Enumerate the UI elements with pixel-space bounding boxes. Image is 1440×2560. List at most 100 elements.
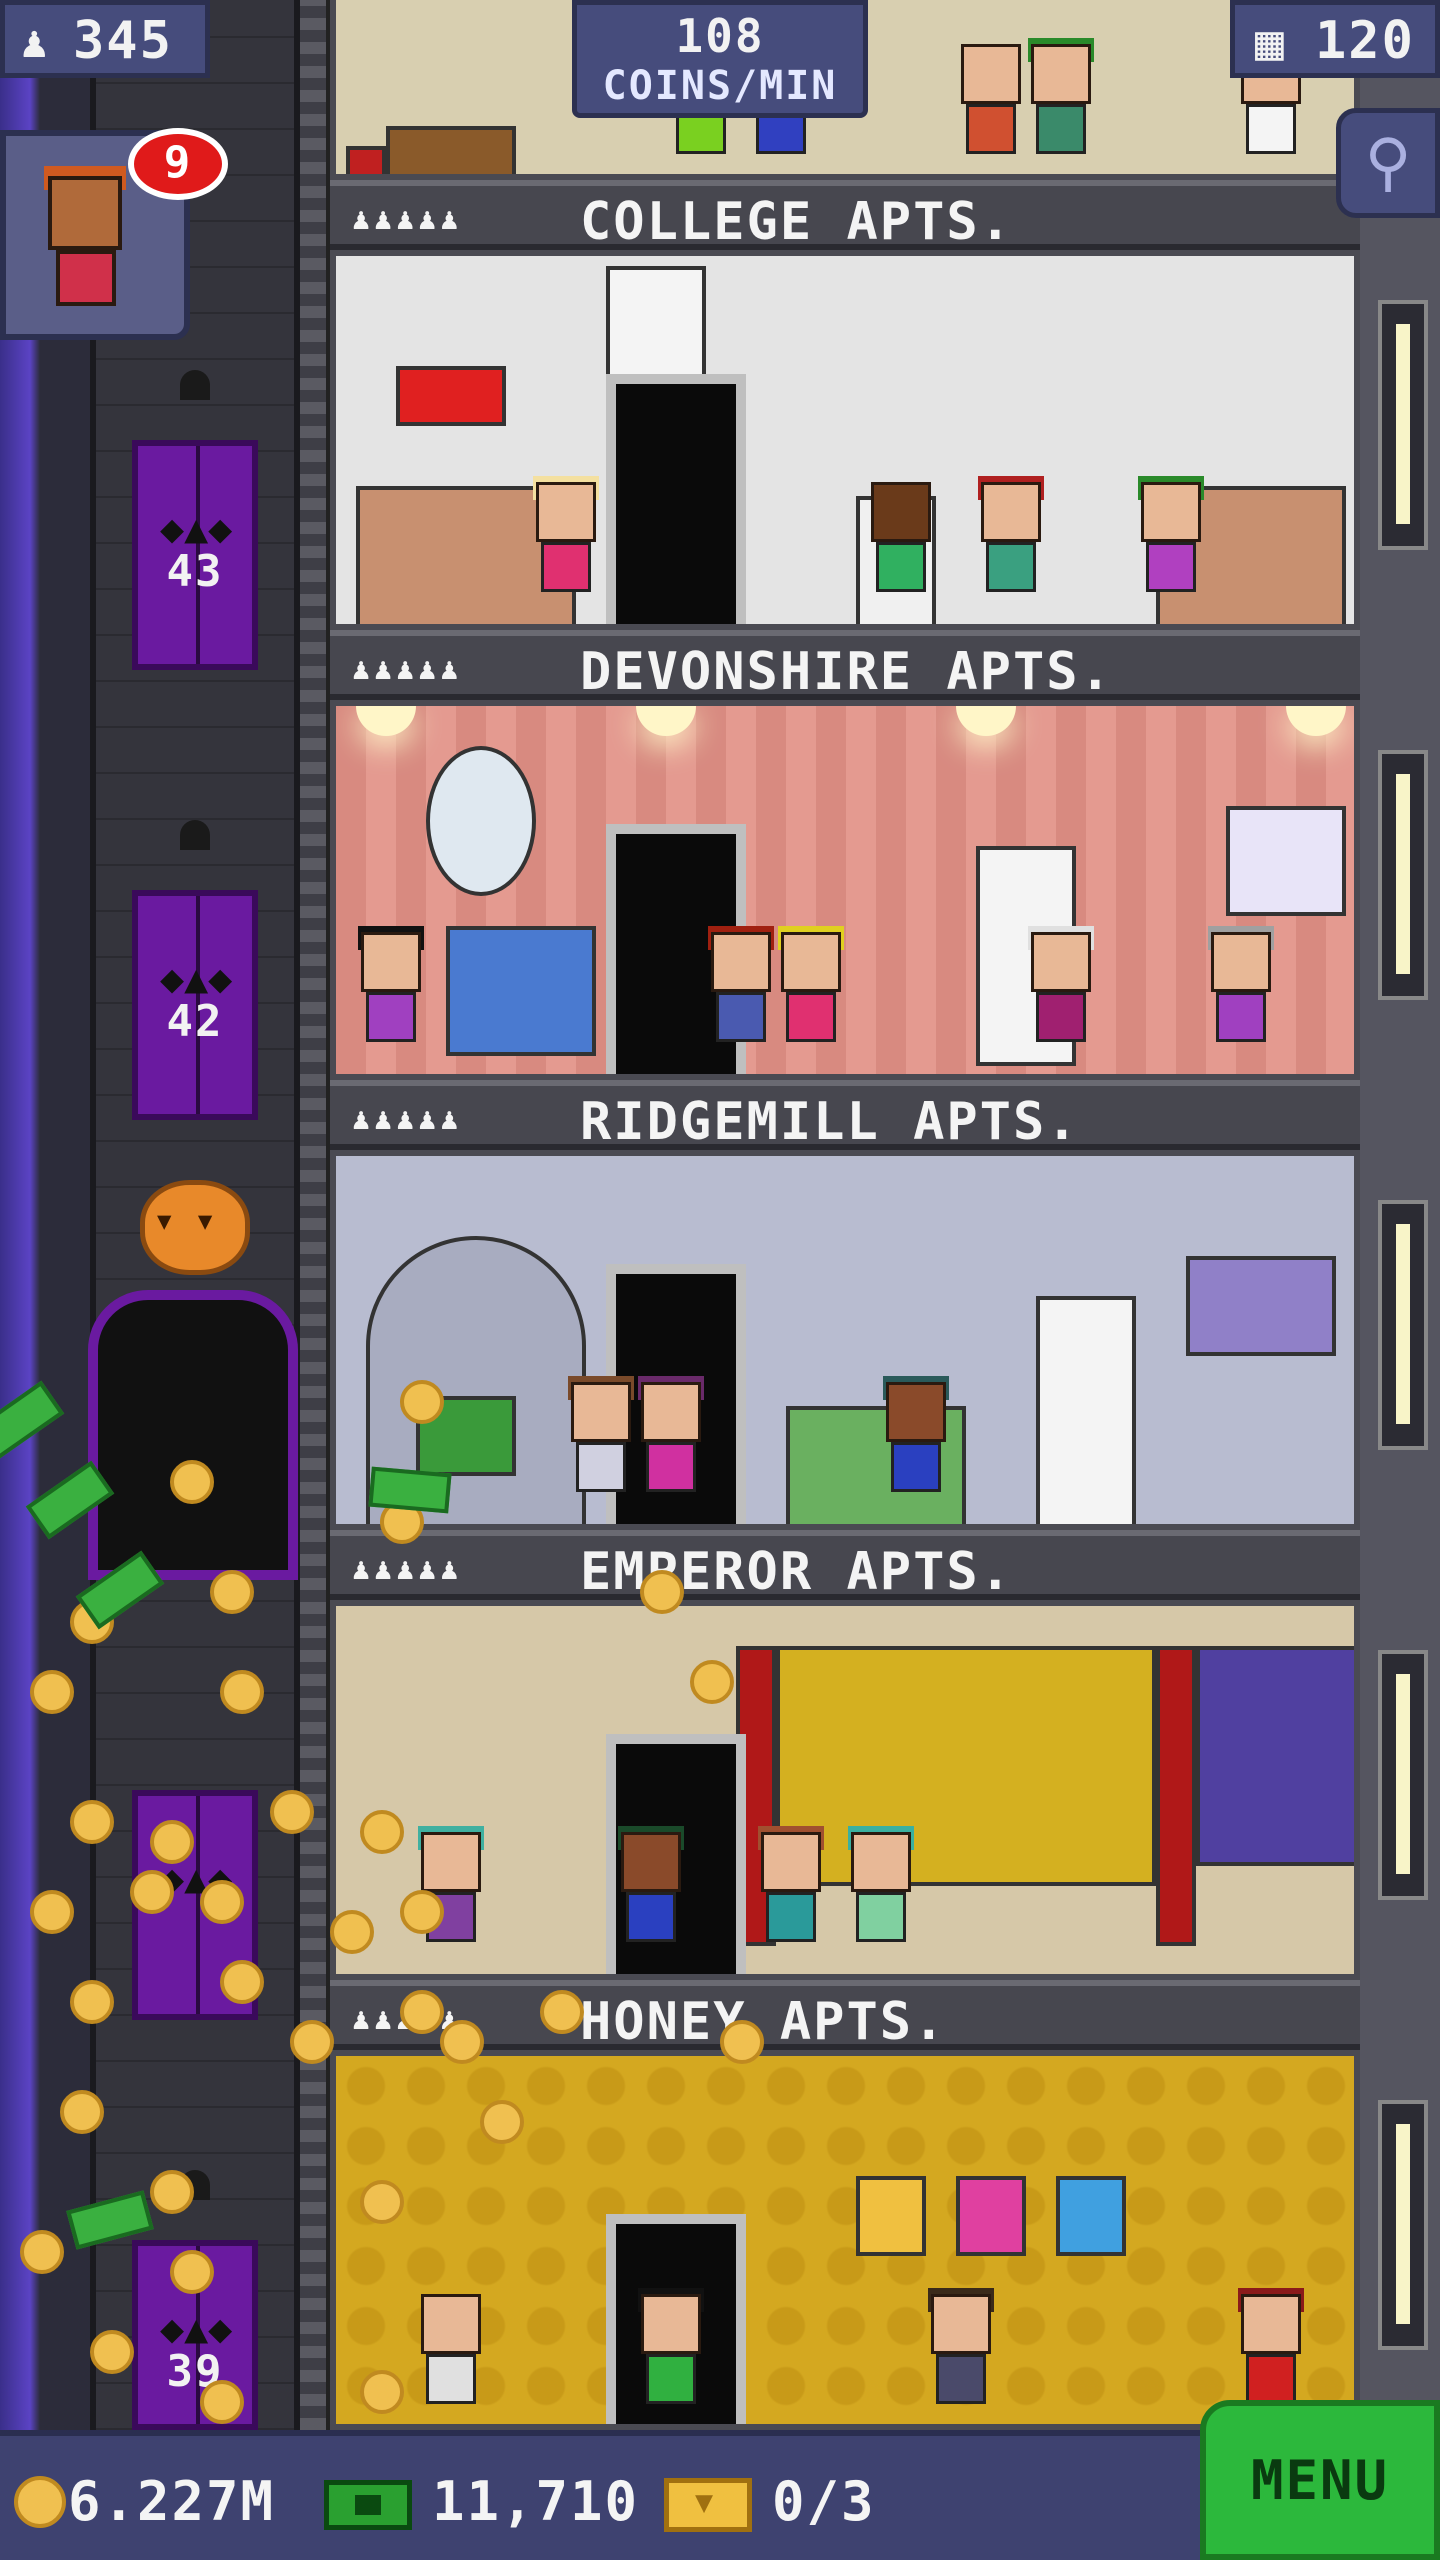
occupancy-icons: ♟♟♟♟♟ <box>352 1102 463 1137</box>
resident[interactable] <box>616 1826 686 1962</box>
tickets-value[interactable]: 0/3 <box>772 2470 876 2533</box>
plant-pot <box>346 146 386 174</box>
floor-room <box>330 250 1360 630</box>
mirror <box>426 746 536 896</box>
bux-value[interactable]: 11,710 <box>432 2470 639 2533</box>
resident[interactable] <box>356 926 426 1062</box>
coin-icon[interactable] <box>130 1870 174 1914</box>
resident[interactable] <box>1026 926 1096 1062</box>
resident[interactable] <box>956 44 1026 174</box>
window-light <box>1378 300 1428 550</box>
population-value: 345 <box>73 11 173 71</box>
elevator-floor-number: 42 <box>166 996 224 1047</box>
coin-icon[interactable] <box>400 1890 444 1934</box>
ceiling-lamp-icon <box>956 706 1016 736</box>
coin-icon[interactable] <box>360 2370 404 2414</box>
floor-count-value: 120 <box>1315 11 1415 71</box>
coin-icon[interactable] <box>150 2170 194 2214</box>
resident[interactable] <box>756 1826 826 1962</box>
resident[interactable] <box>636 2288 706 2424</box>
coin-icon[interactable] <box>360 2180 404 2224</box>
coin-icon[interactable] <box>30 1670 74 1714</box>
coins-per-min-value: 108 <box>675 9 765 63</box>
menu-button[interactable]: MENU <box>1200 2400 1440 2560</box>
population-counter[interactable]: ♟ 345 <box>0 0 210 78</box>
floor-emperor[interactable]: ♟♟♟♟♟ EMPEROR APTS. <box>330 1150 1360 1602</box>
floor-room <box>330 1600 1360 1980</box>
coin-icon[interactable] <box>290 2020 334 2064</box>
coin-icon[interactable] <box>360 1810 404 1854</box>
coin-icon[interactable] <box>60 2090 104 2134</box>
resident[interactable] <box>976 476 1046 612</box>
coin-icon[interactable] <box>690 1660 734 1704</box>
floor-label-bar: ♟♟♟♟♟ HONEY APTS. <box>330 1980 1360 2052</box>
resident[interactable] <box>1136 476 1206 612</box>
floor-counter[interactable]: ▦ 120 <box>1230 0 1440 78</box>
ticket-icon <box>664 2478 752 2532</box>
elevator-lamp-icon <box>180 820 210 850</box>
window <box>1226 806 1346 916</box>
coin-icon[interactable] <box>170 1460 214 1504</box>
coin-icon[interactable] <box>200 2380 244 2424</box>
window-light <box>1378 750 1428 1000</box>
coin-icon[interactable] <box>170 2250 214 2294</box>
resident[interactable] <box>846 1826 916 1962</box>
resident[interactable] <box>881 1376 951 1512</box>
coins-per-min-panel[interactable]: 108 COINS/MIN <box>572 0 868 118</box>
coin-icon[interactable] <box>20 2230 64 2274</box>
coins-per-min-label: COINS/MIN <box>602 63 838 109</box>
floor-devonshire[interactable]: ♟♟♟♟♟ DEVONSHIRE APTS. <box>330 250 1360 702</box>
resident[interactable] <box>866 482 936 612</box>
window <box>1196 1646 1354 1866</box>
floor-room <box>330 700 1360 1080</box>
resident[interactable] <box>636 1376 706 1512</box>
resident[interactable] <box>566 1376 636 1512</box>
resident[interactable] <box>926 2288 996 2424</box>
coin-icon[interactable] <box>400 1380 444 1424</box>
coin-icon[interactable] <box>220 1960 264 2004</box>
floor-label-bar: ♟♟♟♟♟ EMPEROR APTS. <box>330 1530 1360 1602</box>
coin-icon[interactable] <box>90 2330 134 2374</box>
pumpkin-icon <box>140 1180 250 1275</box>
elevator-car[interactable] <box>88 1290 298 1580</box>
ceiling-lamp-icon <box>1286 706 1346 736</box>
coin-icon[interactable] <box>440 2020 484 2064</box>
picture-frame <box>856 2176 926 2256</box>
bux-icon <box>324 2480 412 2530</box>
resident[interactable] <box>776 926 846 1062</box>
coin-icon[interactable] <box>400 1990 444 2034</box>
coin-icon[interactable] <box>540 1990 584 2034</box>
ceiling-lamp-icon <box>356 706 416 736</box>
window-light <box>1378 1650 1428 1900</box>
floor-honey[interactable]: ♟♟♟♟♟ HONEY APTS. <box>330 1600 1360 2052</box>
coin-icon[interactable] <box>210 1570 254 1614</box>
floor-ridgemill[interactable]: ♟♟♟♟♟ RIDGEMILL APTS. <box>330 700 1360 1152</box>
resident[interactable] <box>706 926 776 1062</box>
coin-icon[interactable] <box>480 2100 524 2144</box>
elevator-door-43[interactable]: ◆▲◆ 43 <box>132 440 258 670</box>
person-icon: ♟ <box>21 17 48 68</box>
occupancy-icons: ♟♟♟♟♟ <box>352 202 463 237</box>
coin-icon[interactable] <box>720 2020 764 2064</box>
resident[interactable] <box>1206 926 1276 1062</box>
resident[interactable] <box>1026 38 1096 174</box>
picture-frame <box>1056 2176 1126 2256</box>
coin-icon[interactable] <box>220 1670 264 1714</box>
coin-icon[interactable] <box>70 1800 114 1844</box>
coin-icon[interactable] <box>330 1910 374 1954</box>
coin-icon <box>14 2476 66 2528</box>
resident[interactable] <box>416 2294 486 2424</box>
coin-icon[interactable] <box>150 1820 194 1864</box>
coin-icon[interactable] <box>200 1880 244 1924</box>
coin-icon[interactable] <box>70 1980 114 2024</box>
coin-icon[interactable] <box>640 1570 684 1614</box>
apartment-door[interactable] <box>606 374 746 624</box>
coin-icon[interactable] <box>30 1890 74 1934</box>
coins-value[interactable]: 6.227M <box>68 2470 275 2533</box>
fridge <box>1036 1296 1136 1524</box>
zoom-button[interactable]: ⚲ <box>1336 108 1440 218</box>
resident[interactable] <box>531 476 601 612</box>
elevator-door-42[interactable]: ◆▲◆ 42 <box>132 890 258 1120</box>
bux-bill-icon[interactable] <box>368 1466 452 1514</box>
coin-icon[interactable] <box>270 1790 314 1834</box>
